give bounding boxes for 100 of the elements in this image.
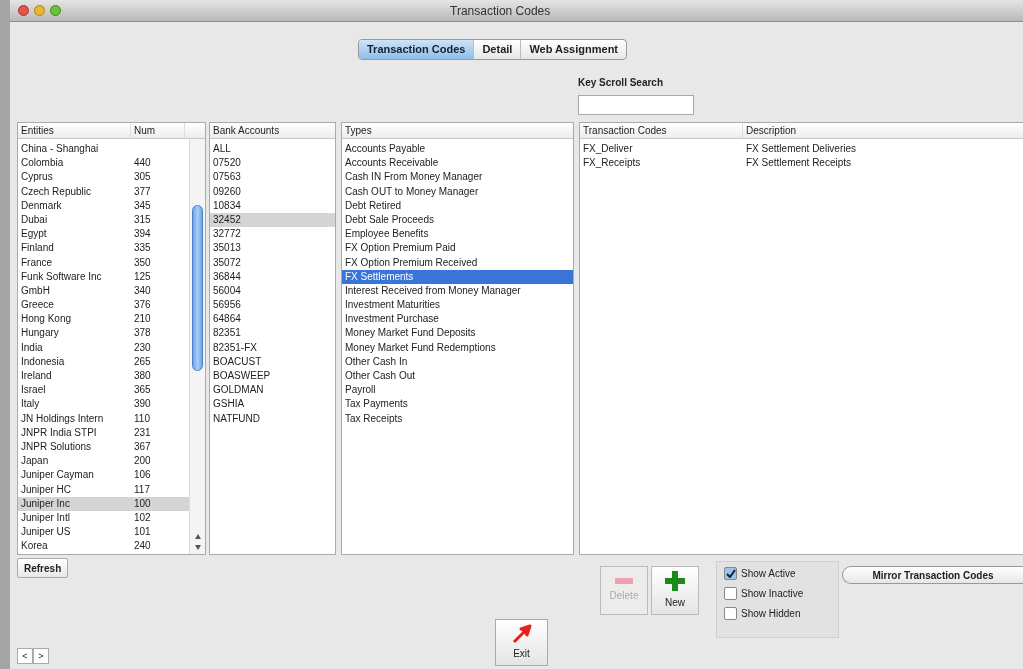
bank-account-row[interactable]: 36844 xyxy=(210,269,335,284)
type-row[interactable]: Other Cash Out xyxy=(342,369,573,384)
entity-row[interactable]: Japan 200 xyxy=(18,454,189,469)
column-header[interactable]: Types xyxy=(342,123,372,138)
bank-account-row[interactable]: 10834 xyxy=(210,198,335,213)
checkbox[interactable] xyxy=(724,607,737,620)
entity-row[interactable]: JNPR Solutions 367 xyxy=(18,439,189,455)
tab[interactable]: Transaction Codes xyxy=(359,40,475,59)
entity-row[interactable]: GmbH 340 xyxy=(18,283,189,299)
entity-row[interactable]: India 230 xyxy=(18,340,189,355)
tab[interactable]: Detail xyxy=(474,40,522,59)
type-row[interactable]: Cash IN From Money Manager xyxy=(342,170,573,185)
type-row[interactable]: Employee Benefits xyxy=(342,227,573,242)
mirror-button[interactable]: Mirror Transaction Codes xyxy=(842,566,1023,584)
checkbox[interactable] xyxy=(724,587,737,600)
type-row[interactable]: Investment Maturities xyxy=(342,298,573,313)
entity-row[interactable]: France 350 xyxy=(18,255,189,270)
type-row[interactable]: Accounts Payable xyxy=(342,142,573,157)
entity-row[interactable]: JNPR India STPI 231 xyxy=(18,425,189,440)
bank-account-row[interactable]: NATFUND xyxy=(210,411,335,426)
entity-row[interactable]: Cyprus 305 xyxy=(18,170,189,185)
column-header[interactable]: Num xyxy=(131,123,185,138)
entity-row[interactable]: Colombia 440 xyxy=(18,156,189,171)
checkbox[interactable] xyxy=(724,567,737,580)
refresh-button[interactable]: Refresh xyxy=(17,558,69,578)
type-row[interactable]: Other Cash In xyxy=(342,354,573,369)
scrollbar[interactable] xyxy=(189,139,205,554)
type-row[interactable]: Debt Sale Proceeds xyxy=(342,212,573,228)
type-row[interactable]: Accounts Receivable xyxy=(342,156,573,171)
minimize-icon[interactable] xyxy=(34,5,45,16)
nav-button[interactable]: < xyxy=(17,648,33,664)
entity-row[interactable]: Czech Republic 377 xyxy=(18,184,189,199)
close-icon[interactable] xyxy=(18,5,29,16)
tab[interactable]: Web Assignment xyxy=(521,40,626,59)
new-button[interactable]: New xyxy=(651,566,699,615)
search-field[interactable] xyxy=(578,95,694,115)
scroll-down-icon[interactable] xyxy=(194,545,201,550)
type-row[interactable]: Tax Payments xyxy=(342,397,573,412)
zoom-icon[interactable] xyxy=(50,5,61,16)
bank-account-row[interactable]: 64864 xyxy=(210,312,335,327)
scroll-up-icon[interactable] xyxy=(194,534,201,539)
table-cell-text: FX_Receipts xyxy=(582,156,642,171)
type-row[interactable]: Payroll xyxy=(342,383,573,398)
type-row[interactable]: FX Option Premium Received xyxy=(342,255,573,270)
entity-row[interactable]: Juniper Cayman 106 xyxy=(18,468,189,483)
entity-row[interactable]: Funk Software Inc 125 xyxy=(18,269,189,284)
type-row[interactable]: Cash OUT to Money Manager xyxy=(342,184,573,199)
bank-account-row[interactable]: GOLDMAN xyxy=(210,383,335,398)
type-row[interactable]: FX Option Premium Paid xyxy=(342,241,573,256)
bank-account-row[interactable]: 56004 xyxy=(210,283,335,299)
entity-row[interactable]: China - Shanghai xyxy=(18,142,189,157)
bank-account-row[interactable]: 35072 xyxy=(210,255,335,270)
arrow-icon xyxy=(510,624,533,644)
entity-row[interactable]: Greece 376 xyxy=(18,298,189,313)
exit-button[interactable]: Exit xyxy=(495,619,548,666)
type-row[interactable]: Money Market Fund Redemptions xyxy=(342,340,573,355)
plus-icon xyxy=(665,571,685,591)
type-row[interactable]: Investment Purchase xyxy=(342,312,573,327)
entity-row[interactable]: Hong Kong 210 xyxy=(18,312,189,327)
entity-row[interactable]: Hungary 378 xyxy=(18,326,189,341)
bank-account-row[interactable]: 09260 xyxy=(210,184,335,199)
bank-account-row[interactable]: ALL xyxy=(210,142,335,157)
type-row[interactable]: Interest Received from Money Manager xyxy=(342,283,573,299)
table-cell-text: FX_Deliver xyxy=(582,142,634,156)
column-header[interactable]: Transaction Codes xyxy=(580,123,743,138)
entity-row[interactable]: JN Holdings Intern 110 xyxy=(18,411,189,426)
bank-account-row[interactable]: 82351-FX xyxy=(210,340,335,355)
entity-row[interactable]: Israel 365 xyxy=(18,383,189,398)
entity-row[interactable]: Italy 390 xyxy=(18,397,189,412)
entity-row[interactable]: Finland 335 xyxy=(18,241,189,256)
bank-account-row[interactable]: 07563 xyxy=(210,170,335,185)
bank-account-row[interactable]: 56956 xyxy=(210,298,335,313)
entity-row[interactable]: Juniper Inc 100 xyxy=(18,496,189,511)
bank-account-row[interactable]: 82351 xyxy=(210,326,335,341)
type-row[interactable]: FX Settlements xyxy=(342,269,573,284)
entity-row[interactable]: Juniper US 101 xyxy=(18,525,189,540)
entity-row[interactable]: Juniper Intl 102 xyxy=(18,510,189,526)
entity-row[interactable]: Korea 240 xyxy=(18,539,189,554)
nav-button[interactable]: > xyxy=(33,648,49,664)
bank-account-row[interactable]: GSHIA xyxy=(210,397,335,412)
bank-account-row[interactable]: BOASWEEP xyxy=(210,369,335,384)
checkbox-label: Show Inactive xyxy=(741,587,804,601)
minus-icon xyxy=(615,578,633,584)
entity-row[interactable]: Juniper HC 117 xyxy=(18,482,189,497)
scroll-thumb[interactable] xyxy=(192,205,203,371)
bank-account-row[interactable]: 32772 xyxy=(210,227,335,242)
type-row[interactable]: Debt Retired xyxy=(342,198,573,213)
column-header[interactable]: Description xyxy=(743,123,797,138)
bank-account-row[interactable]: BOACUST xyxy=(210,354,335,369)
entity-row[interactable]: Dubai 315 xyxy=(18,212,189,228)
entity-row[interactable]: Egypt 394 xyxy=(18,227,189,242)
column-header[interactable]: Entities xyxy=(18,123,131,138)
entity-row[interactable]: Indonesia 265 xyxy=(18,354,189,369)
entity-row[interactable]: Denmark 345 xyxy=(18,198,189,213)
bank-account-row[interactable]: 07520 xyxy=(210,156,335,171)
type-row[interactable]: Money Market Fund Deposits xyxy=(342,326,573,341)
type-row[interactable]: Tax Receipts xyxy=(342,411,573,426)
bank-account-row[interactable]: 35013 xyxy=(210,241,335,256)
entity-row[interactable]: Ireland 380 xyxy=(18,369,189,384)
bank-account-row[interactable]: 32452 xyxy=(210,212,335,228)
